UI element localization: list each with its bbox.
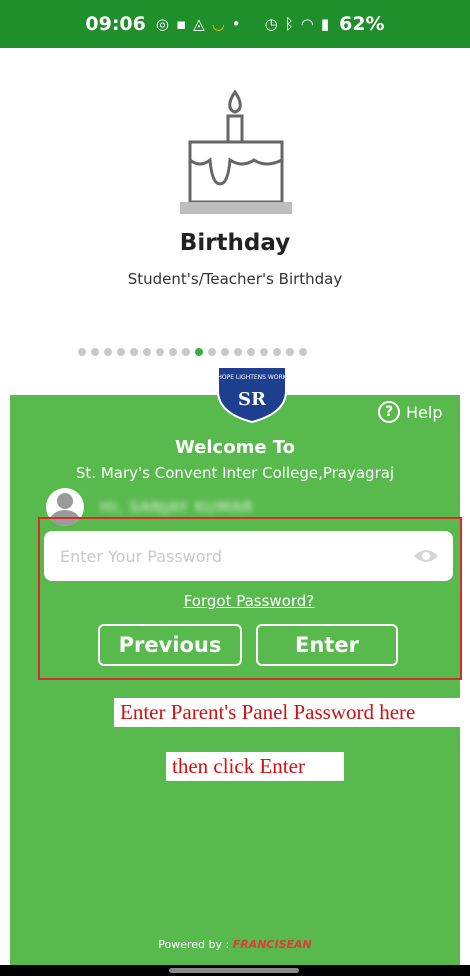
welcome-heading: Welcome To — [174, 437, 296, 458]
powered-by: Powered by : FRANCISEAN — [0, 938, 470, 951]
carousel-dot[interactable] — [234, 348, 242, 356]
help-icon: ? — [378, 401, 400, 423]
alarm-icon: ◷ — [264, 15, 278, 33]
carousel-dot[interactable] — [117, 348, 125, 356]
signal-icon: ▮ — [320, 15, 330, 33]
carousel-dot[interactable] — [195, 348, 203, 356]
school-name: St. Mary's Convent Inter College,Prayagr… — [75, 464, 395, 482]
carousel-dot[interactable] — [273, 348, 281, 356]
svg-text:SR: SR — [238, 389, 267, 410]
carousel-dot[interactable] — [78, 348, 86, 356]
annotation-text-1: Enter Parent's Panel Password here — [114, 698, 464, 727]
forgot-password-link[interactable]: Forgot Password? — [0, 592, 470, 610]
brand-logo: FRANCISEAN — [232, 938, 312, 951]
birthday-cake-icon — [180, 89, 292, 214]
carousel-dot[interactable] — [156, 348, 164, 356]
svg-text:HOPE LIGHTENS WORK: HOPE LIGHTENS WORK — [217, 374, 287, 381]
annotation-text-2: then click Enter — [166, 752, 344, 781]
feature-subtitle: Student's/Teacher's Birthday — [127, 270, 343, 288]
previous-button[interactable]: Previous — [98, 624, 242, 666]
school-logo: HOPE LIGHTENS WORK SR — [217, 366, 288, 423]
carousel-dot[interactable] — [260, 348, 268, 356]
enter-button[interactable]: Enter — [256, 624, 398, 666]
password-input[interactable] — [58, 545, 413, 567]
carousel-dot[interactable] — [182, 348, 190, 356]
feature-carousel[interactable]: Birthday Student's/Teacher's Birthday — [0, 48, 470, 395]
bluetooth-icon: ᛒ — [284, 15, 294, 33]
carousel-dot[interactable] — [143, 348, 151, 356]
triangle-app-icon: ◬ — [193, 15, 205, 33]
home-gesture-handle[interactable] — [169, 968, 299, 973]
carousel-dot[interactable] — [286, 348, 294, 356]
carousel-dot[interactable] — [208, 348, 216, 356]
show-password-icon[interactable] — [413, 548, 439, 564]
password-field[interactable] — [44, 531, 453, 581]
powered-by-label: Powered by : — [158, 938, 230, 951]
battery-level: 62% — [339, 13, 385, 35]
instagram-icon: ◎ — [155, 15, 169, 33]
message-icon: ▪ — [175, 15, 187, 33]
feature-title: Birthday — [179, 230, 291, 256]
carousel-dot[interactable] — [104, 348, 112, 356]
status-time: 09:06 — [85, 13, 146, 35]
carousel-dot[interactable] — [299, 348, 307, 356]
dot-icon: • — [231, 15, 241, 33]
carousel-pagination[interactable] — [78, 348, 307, 356]
user-name: HI, SANJAY KUMAR — [100, 498, 254, 516]
smile-app-icon: ◡ — [211, 15, 225, 33]
carousel-dot[interactable] — [221, 348, 229, 356]
carousel-dot[interactable] — [91, 348, 99, 356]
carousel-dot[interactable] — [247, 348, 255, 356]
carousel-dot[interactable] — [130, 348, 138, 356]
wifi-icon: ◠ — [300, 15, 314, 33]
carousel-dot[interactable] — [169, 348, 177, 356]
help-button[interactable]: ? Help — [378, 401, 442, 423]
status-bar: 09:06 ◎ ▪ ◬ ◡ • ◷ ᛒ ◠ ▮ 62% — [0, 0, 470, 48]
help-label: Help — [406, 402, 443, 422]
